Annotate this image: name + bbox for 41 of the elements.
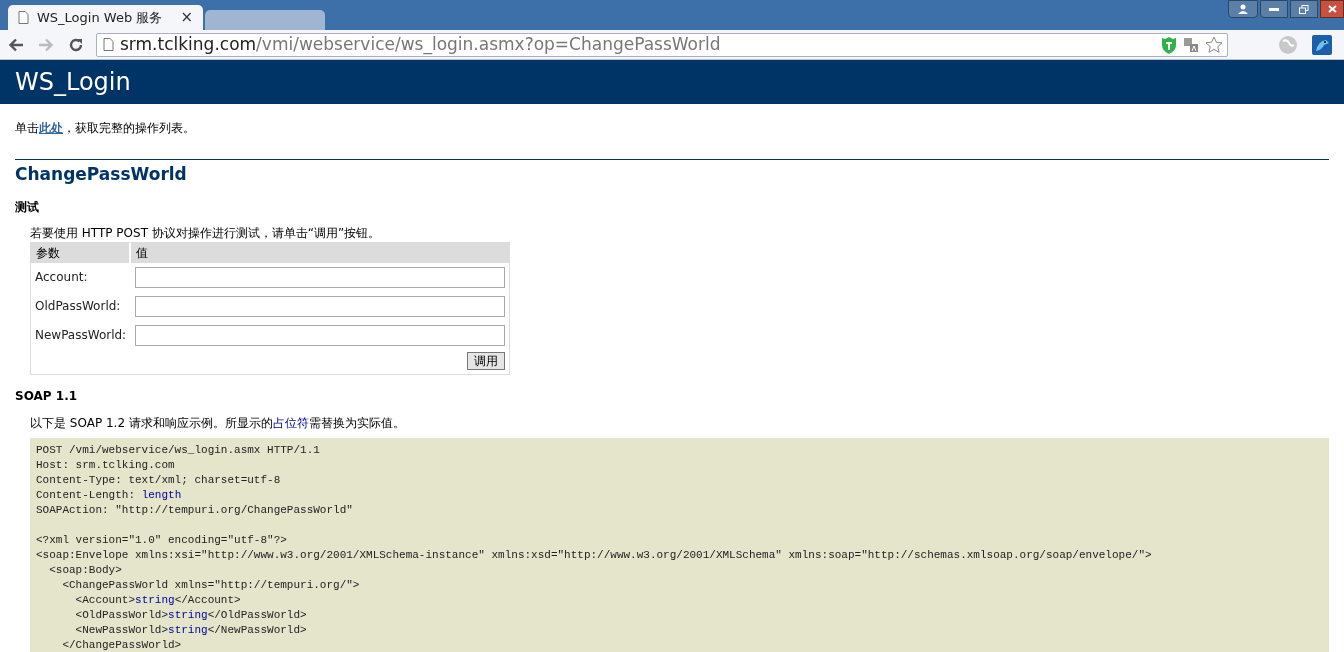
- placeholder-link[interactable]: 占位符: [272, 415, 309, 430]
- restore-button[interactable]: [1290, 0, 1318, 18]
- shield-icon[interactable]: [1161, 35, 1177, 54]
- page-icon: [103, 38, 114, 51]
- section-heading: SOAP 1.1: [15, 387, 79, 405]
- reload-icon: [68, 36, 84, 53]
- page-icon: [18, 11, 29, 24]
- operations-link[interactable]: 此处: [39, 121, 63, 135]
- intro-text: 单击此处，获取完整的操作列表。: [15, 120, 196, 137]
- column-header: 值: [135, 244, 149, 262]
- restore-icon: [1299, 4, 1309, 14]
- close-icon: [1327, 5, 1337, 13]
- forward-icon: [38, 37, 54, 52]
- address-bar[interactable]: srm.tclking.com/vmi/webservice/ws_login.asmx?op=ChangePassWorld: [96, 32, 1228, 57]
- code-sample: POST /vmi/webservice/ws_login.asmx HTTP/1.1 Host: srm.tclking.com Content-Type: text/xml; charset=utf-8 Content-Length: length SOAPAction: "http://tempuri.org/ChangePassWorld" <?xml version="1.0" encoding="utf-8"?> <soap:Envelope xmlns:xsi="http://www.w3.org/2001/XMLSchema-instance" xmlns:xsd="http://www.w3.org/2001/XMLSchema" xmlns:soap="http://schemas.xmlsoap.org/soap/envelope/"> <soap:Body> <ChangePassWorld xmlns="http://tempuri.org/"> <Account>string</Account> <OldPassWorld>string</OldPassWorld> <NewPassWorld>string</NewPassWorld> </ChangePassWorld>: [30, 437, 1329, 652]
- translate-icon[interactable]: [1183, 36, 1199, 53]
- param-input-field[interactable]: [134, 295, 505, 317]
- param-input-field[interactable]: [134, 266, 505, 288]
- test-instructions: 若要使用 HTTP POST 协议对操作进行测试，请单击“调用”按钮。: [30, 224, 382, 242]
- back-icon: [8, 37, 24, 52]
- minimize-icon: [1269, 7, 1279, 11]
- browser-tab[interactable]: WS_Login Web 服务 ×: [8, 5, 203, 30]
- soap-description: 以下是 SOAP 1.2 请求和响应示例。所显示的占位符需替换为实际值。: [30, 414, 406, 432]
- column-header: 参数: [31, 242, 131, 263]
- close-window-button[interactable]: [1320, 0, 1344, 18]
- bookmark-star-icon[interactable]: [1205, 35, 1223, 54]
- operation-heading: ChangePassWorld: [15, 163, 188, 186]
- param-label: OldPassWorld:: [35, 298, 122, 315]
- person-icon: [1237, 4, 1249, 14]
- param-input-field[interactable]: [134, 324, 505, 346]
- page-title: WS_Login: [15, 67, 131, 98]
- param-label: NewPassWorld:: [35, 327, 128, 344]
- invoke-button[interactable]: 调用: [467, 351, 505, 370]
- section-heading: 测试: [15, 198, 40, 216]
- param-label: Account:: [35, 269, 89, 286]
- url-text: srm.tclking.com/vmi/webservice/ws_login.asmx?op=ChangePassWorld: [120, 32, 722, 57]
- bird-extension-icon[interactable]: [1312, 34, 1332, 55]
- close-tab-button[interactable]: ×: [180, 10, 193, 25]
- profile-button[interactable]: [1228, 0, 1258, 18]
- tab-title: WS_Login Web 服务: [37, 8, 164, 27]
- minimize-button[interactable]: [1260, 0, 1288, 18]
